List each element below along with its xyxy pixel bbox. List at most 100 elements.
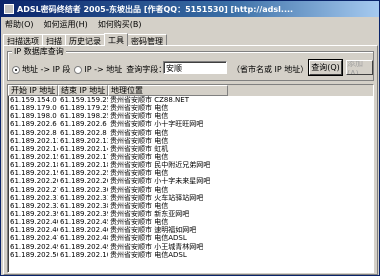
table-row[interactable]: 61.189.202.15 61.189.202.17 贵州省安顺市 电信: [8, 153, 373, 161]
list-header: 开始 IP 地址 结束 IP 地址 地理位置: [8, 85, 373, 96]
cell-start-ip: 61.189.202.46: [10, 226, 58, 235]
table-row[interactable]: 61.189.202.46 61.189.202.46 贵州省安顺市 速明福如网吧: [8, 226, 373, 234]
cell-end-ip: 61.189.202.14: [60, 144, 108, 153]
table-row[interactable]: 61.189.202.31 61.189.202.31 贵州省安顺市 火车站驿站网吧: [8, 194, 373, 202]
query-hint: （省市名或 IP 地址）: [232, 65, 309, 74]
add-button[interactable]: 添加(A): [346, 60, 373, 75]
cell-location: 贵州省安顺市 电信: [110, 152, 169, 161]
main-window: ADSL密码终结者 2005-东坡出品 [作者QQ：5151530] [http…: [0, 0, 380, 276]
cell-location: 贵州省安顺市 电信: [110, 201, 169, 210]
cell-start-ip: 61.189.202.6: [10, 120, 57, 129]
cell-end-ip: 61.189.202.45: [60, 218, 108, 227]
list-body: 61.159.154.061.159.159.255贵州省安顺市 CZ88.NE…: [8, 96, 373, 259]
menu-how-to-buy[interactable]: 如何购买(B): [98, 19, 142, 30]
cell-location: 贵州省安顺市 小王城青林网吧: [110, 242, 204, 251]
header-end-ip[interactable]: 结束 IP 地址: [58, 85, 108, 96]
query-field-label: 查询字段：: [126, 65, 167, 74]
cell-start-ip: 61.189.202.31: [10, 193, 58, 202]
cell-start-ip: 61.189.202.40: [10, 218, 58, 227]
cell-location: 贵州省安顺市 CZ88.NET: [110, 96, 189, 104]
table-row[interactable]: 61.189.202.39 61.189.202.39 贵州省安顺市 新东亚网吧: [8, 210, 373, 218]
cell-location: 贵州省安顺市 电信ADSL: [110, 234, 187, 243]
radio-ip-to-address[interactable]: [74, 65, 83, 74]
cell-location: 贵州省安顺市 电信: [110, 136, 169, 145]
cell-location: 贵州省安顺市 电信: [110, 185, 169, 194]
table-row[interactable]: 61.189.202.13 61.189.202.13 贵州省安顺市 电信: [8, 137, 373, 145]
cell-location: 贵州省安顺市 电信: [110, 112, 169, 121]
table-row[interactable]: 61.189.202.5061.189.202.102贵州省安顺市 电信ADSL: [8, 251, 373, 259]
cell-start-ip: 61.189.202.8: [10, 128, 57, 137]
title-bar[interactable]: ADSL密码终结者 2005-东坡出品 [作者QQ：5151530] [http…: [1, 1, 379, 17]
cell-location: 贵州省安顺市 电信: [110, 218, 169, 227]
cell-location: 贵州省安顺市 小十字未来星网吧: [110, 177, 211, 186]
cell-end-ip: 61.189.198.255: [60, 112, 108, 121]
table-row[interactable]: 61.189.202.47 61.189.202.48 贵州省安顺市 电信ADSL: [8, 234, 373, 242]
cell-end-ip: 61.189.202.25: [60, 169, 108, 178]
radio-address-to-range[interactable]: [12, 65, 20, 74]
cell-start-ip: 61.189.198.0: [10, 112, 57, 121]
window-title: ADSL密码终结者 2005-东坡出品 [作者QQ：5151530] [http…: [17, 4, 294, 14]
cell-location: 贵州省安顺市 电信: [110, 169, 169, 178]
cell-start-ip: 61.189.202.50: [10, 250, 58, 259]
query-options: 地址 -> IP 段 IP -> 地址 查询字段：: [12, 64, 166, 75]
cell-start-ip: 61.189.202.18: [10, 161, 58, 170]
table-row[interactable]: 61.189.202.19 61.189.202.25 贵州省安顺市 电信: [8, 169, 373, 177]
cell-start-ip: 61.189.202.32: [10, 201, 58, 210]
cell-start-ip: 61.189.202.47: [10, 234, 58, 243]
table-row[interactable]: 61.189.179.061.189.179.255贵州省安顺市 电信: [8, 104, 373, 112]
cell-end-ip: 61.189.202.30: [60, 185, 108, 194]
table-row[interactable]: 61.189.202.26 61.189.202.26 贵州省安顺市 小十字未来星网…: [8, 177, 373, 185]
radio-address-to-range-label: 地址 -> IP 段: [22, 65, 71, 74]
table-row[interactable]: 61.189.202.49 61.189.202.49 贵州省安顺市 小王城青林网吧: [8, 243, 373, 251]
header-start-ip[interactable]: 开始 IP 地址: [8, 85, 58, 96]
tools-panel: IP 数据库查询 地址 -> IP 段 IP -> 地址 查询字段： 安顺 （省…: [3, 45, 378, 275]
table-row[interactable]: 61.189.202.27 61.189.202.30 贵州省安顺市 电信: [8, 186, 373, 194]
cell-end-ip: 61.159.159.255: [60, 96, 108, 104]
table-row[interactable]: 61.189.202.40 61.189.202.45 贵州省安顺市 电信: [8, 218, 373, 226]
cell-end-ip: 61.189.202.48: [60, 234, 108, 243]
search-button[interactable]: 查询(Q): [308, 59, 343, 76]
menu-help[interactable]: 帮助(O): [5, 19, 34, 30]
menu-how-to-use[interactable]: 如何运用(H): [44, 19, 88, 30]
cell-start-ip: 61.189.202.13: [10, 136, 58, 145]
cell-end-ip: 61.189.202.17: [60, 152, 108, 161]
app-icon: [4, 4, 14, 14]
cell-location: 贵州省安顺市 新东亚网吧: [110, 209, 190, 218]
cell-location: 贵州省安顺市 小十字旺旺网吧: [110, 120, 204, 129]
cell-location: 贵州省安顺市 虹机: [110, 144, 169, 153]
cell-location: 贵州省安顺市 民中附近兄弟网吧: [110, 161, 211, 170]
cell-location: 贵州省安顺市 电信: [110, 104, 169, 113]
cell-start-ip: 61.189.202.27: [10, 185, 58, 194]
table-row[interactable]: 61.189.198.061.189.198.255贵州省安顺市 电信: [8, 112, 373, 120]
group-title: IP 数据库查询: [12, 46, 66, 57]
cell-start-ip: 61.189.202.39: [10, 209, 58, 218]
header-location[interactable]: 地理位置: [108, 85, 228, 96]
cell-end-ip: 61.189.202.13: [60, 136, 108, 145]
cell-end-ip: 61.189.202.102: [60, 250, 108, 259]
cell-end-ip: 61.189.202.6: [60, 120, 107, 129]
query-input[interactable]: 安顺: [163, 61, 227, 74]
cell-location: 贵州省安顺市 电信: [110, 128, 169, 137]
cell-end-ip: 61.189.179.255: [60, 104, 108, 113]
cell-end-ip: 61.189.202.26: [60, 177, 108, 186]
radio-ip-to-address-label: IP -> 地址: [84, 65, 123, 74]
cell-start-ip: 61.159.154.0: [10, 96, 57, 104]
menu-bar: 帮助(O) 如何运用(H) 如何购买(B): [1, 17, 379, 31]
table-row[interactable]: 61.189.202.8 61.189.202.8 贵州省安顺市 电信: [8, 129, 373, 137]
ip-result-list[interactable]: 开始 IP 地址 结束 IP 地址 地理位置 61.159.154.0 61.15…: [7, 84, 374, 273]
cell-end-ip: 61.189.202.39: [60, 209, 108, 218]
cell-start-ip: 61.189.202.15: [10, 152, 58, 161]
cell-start-ip: 61.189.179.0: [10, 104, 57, 113]
cell-start-ip: 61.189.202.49: [10, 242, 58, 251]
table-row[interactable]: 61.159.154.061.159.159.255贵州省安顺市 CZ88.NE…: [8, 96, 373, 104]
table-row[interactable]: 61.189.202.32 61.189.202.38 贵州省安顺市 电信: [8, 202, 373, 210]
cell-location: 贵州省安顺市 电信ADSL: [110, 250, 187, 259]
cell-start-ip: 61.189.202.26: [10, 177, 58, 186]
cell-location: 贵州省安顺市 火车站驿站网吧: [110, 193, 204, 202]
ip-query-group: IP 数据库查询 地址 -> IP 段 IP -> 地址 查询字段： 安顺 （省…: [7, 46, 374, 81]
table-row[interactable]: 61.189.202.14 61.189.202.14 贵州省安顺市 虹机: [8, 145, 373, 153]
table-row[interactable]: 61.189.202.18 61.189.202.18 贵州省安顺市 民中附近兄弟网…: [8, 161, 373, 169]
table-row[interactable]: 61.189.202.6 61.189.202.6 贵州省安顺市 小十字旺旺网吧: [8, 120, 373, 128]
tab-tools[interactable]: 工具: [104, 33, 128, 46]
cell-start-ip: 61.189.202.14: [10, 144, 58, 153]
